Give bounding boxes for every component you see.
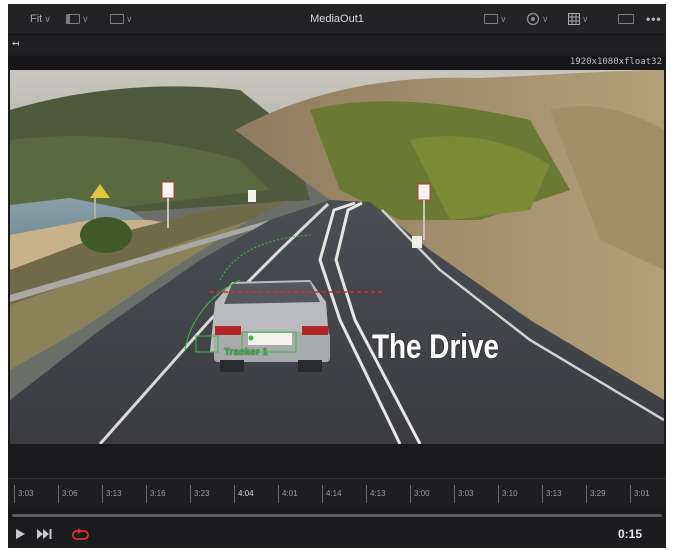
tool-row: ↤ xyxy=(8,35,666,55)
ruler-tick: 4:01 xyxy=(278,485,298,503)
lut-dropdown[interactable]: ∨ xyxy=(526,12,549,26)
lut-icon xyxy=(526,12,540,26)
tracker-label: Tracker 1 xyxy=(224,347,268,358)
play-button[interactable] xyxy=(12,526,28,542)
ruler-tick: 3:06 xyxy=(58,485,78,503)
more-options-button[interactable]: ••• xyxy=(646,12,662,26)
ruler-tick: 3:13 xyxy=(102,485,122,503)
timecode-display: 0:15 xyxy=(617,527,642,541)
scrubber-track[interactable] xyxy=(12,514,662,517)
chevron-down-icon: ∨ xyxy=(542,13,549,24)
scrubber-bar[interactable] xyxy=(8,509,666,519)
overlay-icon xyxy=(484,14,498,24)
viewer-toolbar: Fit ∨ ∨ ∨ MediaOut1 ∨ ∨ ∨ ••• xyxy=(8,4,666,35)
ruler-tick: 3:13 xyxy=(542,485,562,503)
time-ruler[interactable]: 3:03 3:06 3:13 3:16 3:23 4:04 4:01 4:14 … xyxy=(8,478,666,509)
fullscreen-button[interactable] xyxy=(618,12,634,26)
ruler-tick: 4:04 xyxy=(234,485,254,503)
loop-button[interactable] xyxy=(72,526,89,542)
transform-tool-icon[interactable]: ↤ xyxy=(12,36,19,50)
chevron-down-icon: ∨ xyxy=(582,13,589,24)
viewer-panel: Fit ∨ ∨ ∨ MediaOut1 ∨ ∨ ∨ ••• ↤ 1920x108… xyxy=(8,4,666,548)
ruler-tick: 3:16 xyxy=(146,485,166,503)
ruler-tick: 3:29 xyxy=(586,485,606,503)
ruler-tick: 3:00 xyxy=(410,485,430,503)
video-frame-image xyxy=(10,70,664,444)
play-icon xyxy=(16,529,25,539)
ruler-tick: 4:13 xyxy=(366,485,386,503)
viewer-footer-space xyxy=(8,444,666,478)
fullscreen-icon xyxy=(618,14,634,24)
chevron-down-icon: ∨ xyxy=(500,13,507,24)
ruler-tick: 3:01 xyxy=(630,485,650,503)
ruler-tick: 3:03 xyxy=(454,485,474,503)
transport-controls: 0:15 xyxy=(8,520,666,548)
title-text-overlay: The Drive xyxy=(372,328,500,366)
resolution-label: 1920x1080xfloat32 xyxy=(569,57,662,67)
ruler-tick: 3:03 xyxy=(14,485,34,503)
video-preview[interactable]: Tracker 1 The Drive xyxy=(10,70,664,444)
overlay-dropdown[interactable]: ∨ xyxy=(484,12,507,26)
resolution-bar: 1920x1080xfloat32 xyxy=(8,56,666,70)
ruler-tick: 3:10 xyxy=(498,485,518,503)
grid-icon xyxy=(568,13,580,25)
ruler-tick: 3:23 xyxy=(190,485,210,503)
loop-icon xyxy=(72,528,89,540)
skip-to-end-button[interactable] xyxy=(36,526,52,542)
ruler-tick: 4:14 xyxy=(322,485,342,503)
grid-dropdown[interactable]: ∨ xyxy=(568,12,589,26)
skip-forward-icon xyxy=(37,529,52,539)
